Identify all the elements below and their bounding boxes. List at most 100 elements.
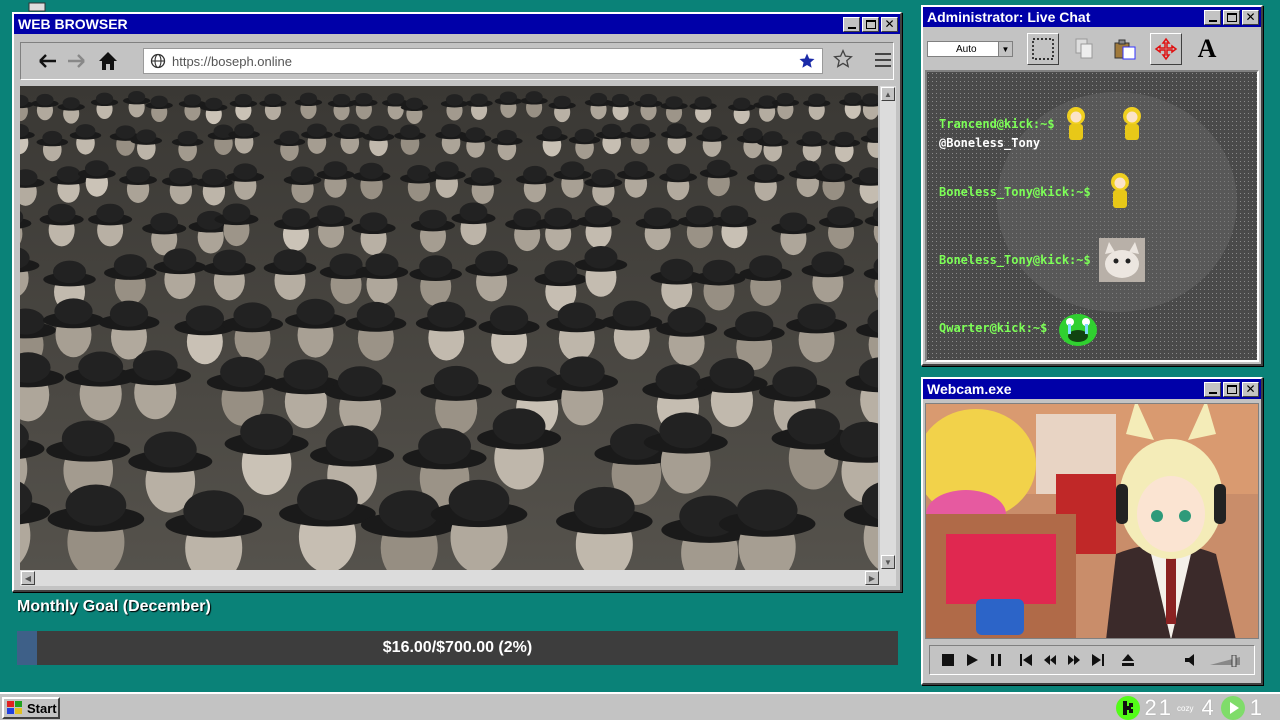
chat-titlebar[interactable]: Administrator: Live Chat ✕	[923, 7, 1261, 27]
crowd-hat-crown	[702, 259, 736, 283]
crowd-hat-crown	[441, 123, 461, 138]
skip-back-button[interactable]	[1014, 648, 1038, 672]
move-tool-button[interactable]	[1150, 33, 1182, 65]
eject-button[interactable]	[1116, 648, 1140, 672]
maximize-button[interactable]	[862, 16, 879, 32]
crowd-hat-crown	[183, 490, 245, 532]
crowd-hat-crown	[499, 91, 517, 104]
text-tool-button[interactable]: A	[1191, 33, 1223, 65]
crowd-hat-crown	[573, 486, 635, 529]
home-button[interactable]	[95, 48, 121, 74]
scroll-up-button[interactable]: ▲	[881, 87, 895, 101]
fast-forward-button[interactable]	[1062, 648, 1086, 672]
stop-button[interactable]	[936, 648, 960, 672]
minimize-button[interactable]	[843, 16, 860, 32]
emote-crying-frog-icon	[1059, 314, 1098, 346]
crowd-hat-crown	[53, 260, 87, 284]
skip-forward-button[interactable]	[1086, 648, 1110, 672]
chat-username: Qwarter@kick:~$	[939, 321, 1048, 335]
crowd-hat-crown	[544, 207, 573, 227]
close-button[interactable]: ✕	[881, 16, 898, 32]
chat-message: Boneless_Tony@kick:~$	[939, 238, 1145, 282]
select-tool-button[interactable]	[1027, 33, 1059, 65]
volume-button[interactable]	[1180, 648, 1204, 672]
minimize-button[interactable]	[1204, 9, 1221, 25]
rewind-button[interactable]	[1038, 648, 1062, 672]
bookmark-star-icon[interactable]	[833, 49, 853, 69]
tray-count-d: 1	[1249, 695, 1262, 720]
webcam-view	[925, 403, 1259, 639]
forward-button[interactable]	[63, 48, 89, 74]
crowd-hat-crown	[84, 160, 109, 177]
volume-slider[interactable]	[1208, 654, 1242, 668]
crowd-hat-crown	[665, 96, 683, 108]
scroll-down-button[interactable]: ▼	[881, 555, 895, 569]
kick-logo-icon[interactable]	[1115, 695, 1141, 720]
play-icon	[967, 654, 978, 666]
crowd-hat-crown	[459, 202, 488, 222]
tray-count-a: 2	[1144, 695, 1157, 720]
chat-message: Qwarter@kick:~$	[939, 308, 1099, 348]
crowd-hat-crown	[557, 302, 596, 329]
horizontal-scrollbar[interactable]: ◀ ▶	[20, 570, 896, 586]
chat-username: Boneless_Tony@kick:~$	[939, 253, 1091, 267]
play-circle-icon[interactable]	[1220, 695, 1246, 720]
chat-title: Administrator: Live Chat	[927, 9, 1091, 25]
crowd-hat-crown	[787, 408, 840, 445]
crowd-hat-crown	[574, 128, 595, 143]
crowd-hat-crown	[355, 92, 373, 105]
zoom-select[interactable]: Auto ▼	[927, 41, 1013, 57]
crowd-hat-crown	[584, 205, 613, 225]
crowd-hat-crown	[307, 123, 327, 137]
crowd-hat-crown	[624, 161, 648, 178]
stop-icon	[942, 654, 954, 666]
crowd-hat-crown	[418, 428, 471, 465]
copy-button[interactable]	[1068, 33, 1100, 65]
pause-button[interactable]	[984, 648, 1008, 672]
maximize-button[interactable]	[1223, 381, 1240, 397]
crowd-hat-crown	[544, 260, 578, 283]
globe-icon	[150, 53, 166, 69]
crowd-hat-crown	[205, 97, 223, 110]
close-button[interactable]: ✕	[1242, 9, 1259, 25]
browser-titlebar[interactable]: WEB BROWSER ✕	[14, 14, 900, 34]
start-label: Start	[27, 700, 57, 716]
marquee-select-icon	[1032, 38, 1054, 60]
minimize-button[interactable]	[1204, 381, 1221, 397]
crowd-hat-crown	[96, 203, 124, 223]
windows-logo-icon	[7, 701, 22, 714]
crowd-hat-crown	[611, 93, 630, 106]
paste-icon	[1114, 39, 1136, 60]
play-button[interactable]	[960, 648, 984, 672]
hamburger-menu-icon[interactable]	[873, 51, 893, 69]
crowd-hat-crown	[136, 129, 157, 143]
paste-button[interactable]	[1109, 33, 1141, 65]
crowd-hat-crown	[359, 212, 388, 232]
crowd-hat-crown	[559, 356, 605, 387]
goal-progress-text: $16.00/$700.00 (2%)	[382, 639, 533, 656]
browser-title: WEB BROWSER	[18, 16, 128, 32]
crowd-hat-crown	[762, 131, 783, 145]
vertical-scrollbar[interactable]: ▲ ▼	[880, 86, 896, 570]
close-button[interactable]: ✕	[1242, 381, 1259, 397]
scroll-right-button[interactable]: ▶	[865, 571, 879, 585]
maximize-icon	[1226, 12, 1237, 22]
scroll-left-button[interactable]: ◀	[21, 571, 35, 585]
maximize-button[interactable]	[1223, 9, 1240, 25]
tray-count-b: 1	[1158, 695, 1172, 720]
crowd-image	[20, 86, 878, 570]
crowd-hat-crown	[234, 123, 254, 137]
crowd-hat-crown	[283, 359, 329, 390]
address-bar[interactable]: https://boseph.online	[143, 48, 823, 74]
crowd-hat-crown	[75, 124, 96, 138]
back-button[interactable]	[35, 48, 61, 74]
webcam-titlebar[interactable]: Webcam.exe ✕	[923, 379, 1261, 399]
vtuber-avatar-image	[926, 404, 1258, 638]
crowd-hat-crown	[639, 93, 658, 106]
crowd-hat-crown	[150, 95, 168, 108]
browser-content	[20, 86, 878, 570]
crowd-hat-crown	[202, 168, 226, 186]
bookmarked-star-icon[interactable]	[798, 52, 816, 70]
start-button[interactable]: Start	[2, 697, 60, 719]
crowd-hat-crown	[553, 95, 571, 108]
